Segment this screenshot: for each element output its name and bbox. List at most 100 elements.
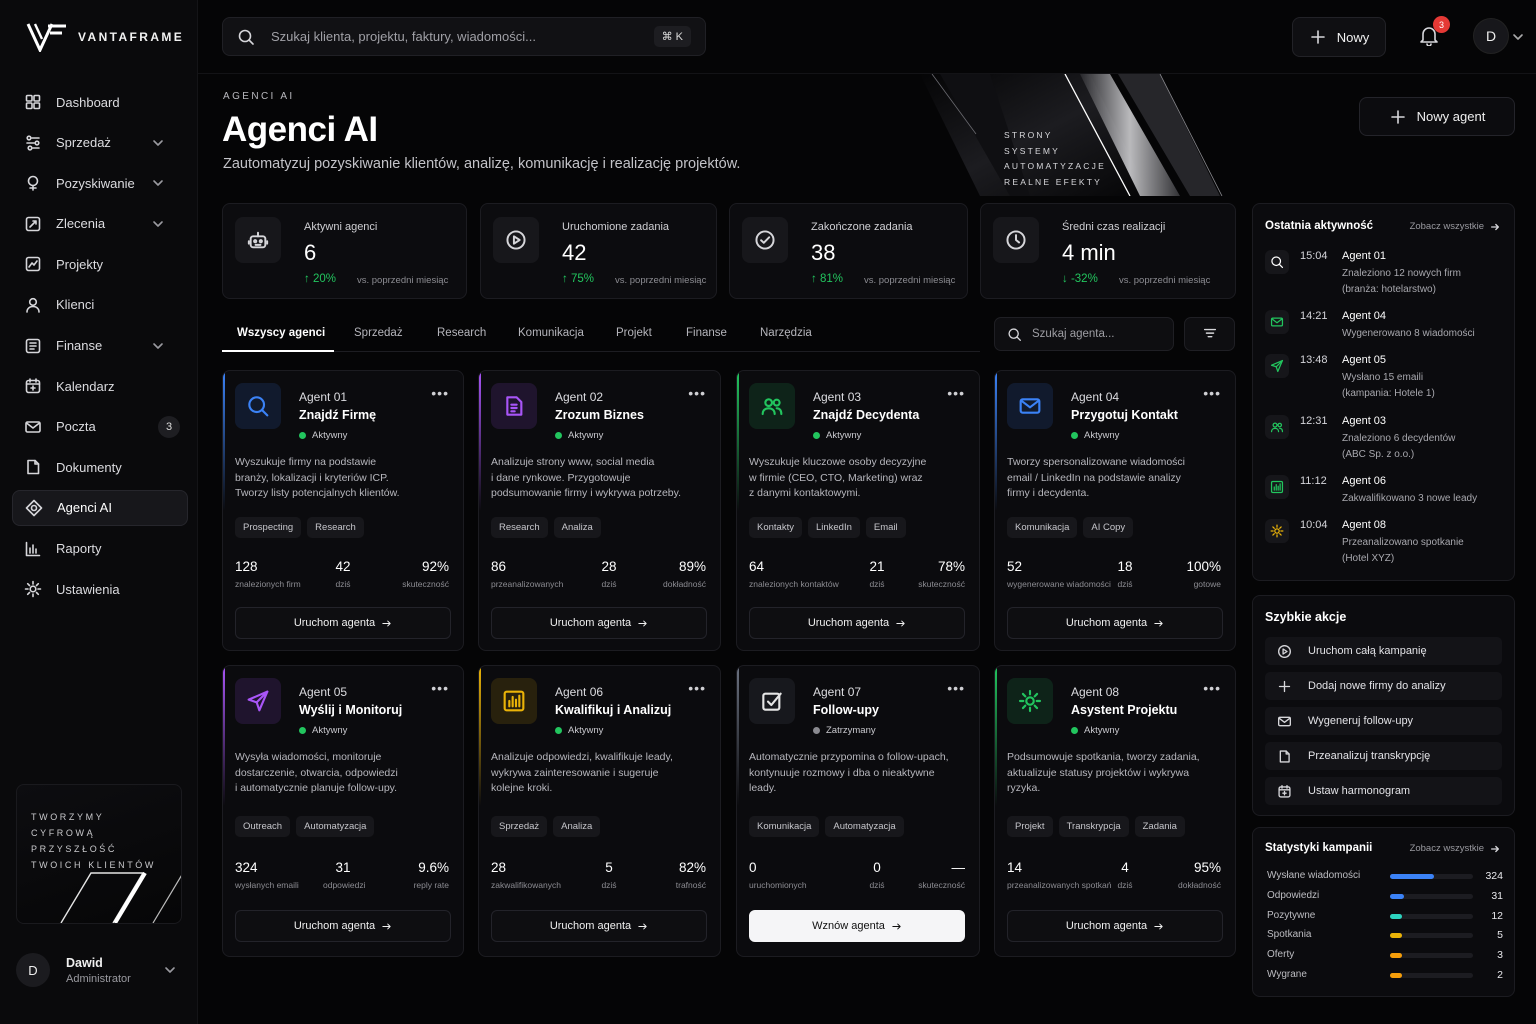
sidebar-item-dokumenty[interactable]: Dokumenty <box>12 449 188 485</box>
tab-sprzeda-[interactable]: Sprzedaż <box>354 327 403 339</box>
agent-tag[interactable]: Automatyzacja <box>825 816 904 837</box>
tab-wszyscy-agenci[interactable]: Wszyscy agenci <box>237 327 325 339</box>
run-agent-button[interactable]: Uruchom agenta <box>235 607 451 639</box>
tab-underline <box>222 350 334 352</box>
agent-tag[interactable]: Research <box>307 517 364 538</box>
tab-research[interactable]: Research <box>437 327 486 339</box>
agent-tag[interactable]: Research <box>491 517 548 538</box>
description-line: Analizuje strony www, social media <box>491 456 655 468</box>
more-options-icon[interactable]: ••• <box>947 680 965 696</box>
quick-action-button[interactable]: Uruchom całą kampanię <box>1265 637 1502 665</box>
agent-card[interactable]: Agent 03 Znajdź Decydenta Aktywny ••• Wyszuk… <box>736 370 980 651</box>
campaign-stats-panel: Statystyki kampanii Zobacz wszystkie Wys… <box>1252 827 1515 997</box>
agent-tag[interactable]: Zadania <box>1134 816 1185 837</box>
agent-tag[interactable]: AI Copy <box>1083 517 1134 538</box>
user-menu[interactable]: D Dawid Administrator <box>16 950 182 990</box>
more-options-icon[interactable]: ••• <box>947 385 965 401</box>
agent-search[interactable]: Szukaj agenta... <box>994 317 1174 351</box>
agent-card[interactable]: Agent 01 Znajdź Firmę Aktywny ••• Wyszukuje … <box>222 370 464 651</box>
agent-card[interactable]: Agent 06 Kwalifikuj i Analizuj Aktywny ••• A… <box>478 665 721 957</box>
more-options-icon[interactable]: ••• <box>688 385 706 401</box>
sidebar-item-klienci[interactable]: Klienci <box>12 287 188 323</box>
run-agent-button[interactable]: Wznów agenta <box>749 910 965 942</box>
campaign-see-all[interactable]: Zobacz wszystkie <box>1410 843 1500 854</box>
global-search[interactable]: Szukaj klienta, projektu, faktury, wiado… <box>222 17 706 56</box>
activity-text: Przeanalizowano spotkanie (Hotel XYZ) <box>1342 535 1502 566</box>
sidebar-item-raporty[interactable]: Raporty <box>12 531 188 567</box>
chevron-down-icon[interactable] <box>1512 31 1524 43</box>
sidebar-item-projekty[interactable]: Projekty <box>12 246 188 282</box>
quick-action-button[interactable]: Ustaw harmonogram <box>1265 777 1502 805</box>
sidebar-item-pozyskiwanie[interactable]: Pozyskiwanie <box>12 165 188 201</box>
activity-agent: Agent 05 <box>1342 354 1387 366</box>
more-options-icon[interactable]: ••• <box>688 680 706 696</box>
run-agent-button[interactable]: Uruchom agenta <box>235 910 451 942</box>
agent-number: Agent 06 <box>555 685 604 699</box>
new-agent-button[interactable]: Nowy agent <box>1359 97 1515 136</box>
agent-card[interactable]: Agent 02 Zrozum Biznes Aktywny ••• Analizuje… <box>478 370 721 651</box>
stat-label: Średni czas realizacji <box>1062 221 1166 233</box>
agent-search-input[interactable]: Szukaj agenta... <box>1032 328 1114 340</box>
quick-action-button[interactable]: Przeanalizuj transkrypcję <box>1265 742 1502 770</box>
more-options-icon[interactable]: ••• <box>1203 680 1221 696</box>
run-agent-button[interactable]: Uruchom agenta <box>491 607 707 639</box>
agent-card[interactable]: Agent 08 Asystent Projektu Aktywny ••• Podsu… <box>994 665 1236 957</box>
agent-tag[interactable]: Prospecting <box>235 517 302 538</box>
activity-icon-box <box>1265 415 1289 439</box>
agent-tag[interactable]: Komunikacja <box>749 816 820 837</box>
tab-narz-dzia[interactable]: Narzędzia <box>760 327 812 339</box>
top-avatar[interactable]: D <box>1473 18 1509 54</box>
run-agent-button[interactable]: Uruchom agenta <box>749 607 965 639</box>
more-options-icon[interactable]: ••• <box>431 385 449 401</box>
metric-value: 86 <box>491 559 507 574</box>
metric-label: dziś <box>601 579 617 589</box>
new-button[interactable]: Nowy <box>1292 17 1386 57</box>
agent-card[interactable]: Agent 04 Przygotuj Kontakt Aktywny ••• Tworz… <box>994 370 1236 651</box>
agent-tag[interactable]: Email <box>865 517 906 538</box>
bar-chart-icon <box>1270 480 1284 494</box>
send-icon <box>247 690 269 712</box>
grid-icon <box>25 94 41 110</box>
brand[interactable]: VANTAFRAME <box>26 22 184 52</box>
tab-komunikacja[interactable]: Komunikacja <box>518 327 584 339</box>
agent-description: Podsumowuje spotkania, tworzy zadania, ak… <box>1007 750 1229 797</box>
card-accent <box>479 666 481 806</box>
agent-metric: 28 dziś <box>589 559 629 589</box>
agent-tag[interactable]: Komunikacja <box>1007 517 1078 538</box>
agent-tag[interactable]: Outreach <box>235 816 291 837</box>
metric-value: 324 <box>235 860 258 875</box>
agent-tag[interactable]: Automatyzacja <box>296 816 375 837</box>
run-agent-button[interactable]: Uruchom agenta <box>1007 910 1223 942</box>
sidebar-item-sprzeda-[interactable]: Sprzedaż <box>12 125 188 161</box>
sidebar-item-kalendarz[interactable]: Kalendarz <box>12 368 188 404</box>
agent-card[interactable]: Agent 07 Follow-upy Zatrzymany ••• Automatyc… <box>736 665 980 957</box>
sidebar-item-zlecenia[interactable]: Zlecenia <box>12 206 188 242</box>
more-options-icon[interactable]: ••• <box>1203 385 1221 401</box>
run-agent-button[interactable]: Uruchom agenta <box>491 910 707 942</box>
agent-tag[interactable]: Transkrypcja <box>1058 816 1129 837</box>
activity-see-all[interactable]: Zobacz wszystkie <box>1410 221 1500 232</box>
agent-tag[interactable]: Sprzedaż <box>491 816 548 837</box>
sidebar-item-poczta[interactable]: Poczta 3 <box>12 409 188 445</box>
tab-finanse[interactable]: Finanse <box>686 327 727 339</box>
sidebar-item-agenci-ai[interactable]: Agenci AI <box>12 489 188 526</box>
agent-tag[interactable]: Kontakty <box>749 517 802 538</box>
more-options-icon[interactable]: ••• <box>431 680 449 696</box>
sidebar-item-finanse[interactable]: Finanse <box>12 328 188 364</box>
activity-time: 13:48 <box>1300 354 1328 366</box>
stat-card: Średni czas realizacji 4 min ↓ -32% vs. pop… <box>980 203 1236 299</box>
agent-tag[interactable]: LinkedIn <box>807 517 860 538</box>
agent-tag[interactable]: Analiza <box>553 816 601 837</box>
quick-action-button[interactable]: Dodaj nowe firmy do analizy <box>1265 672 1502 700</box>
run-agent-button[interactable]: Uruchom agenta <box>1007 607 1223 639</box>
search-input[interactable]: Szukaj klienta, projektu, faktury, wiado… <box>271 29 654 44</box>
sidebar-item-dashboard[interactable]: Dashboard <box>12 84 188 120</box>
agent-tag[interactable]: Projekt <box>1007 816 1053 837</box>
agent-status-label: Aktywny <box>568 430 604 441</box>
tab-projekt[interactable]: Projekt <box>616 327 652 339</box>
sidebar-item-ustawienia[interactable]: Ustawienia <box>12 571 188 607</box>
quick-action-button[interactable]: Wygeneruj follow-upy <box>1265 707 1502 735</box>
agent-tag[interactable]: Analiza <box>553 517 601 538</box>
agent-card[interactable]: Agent 05 Wyślij i Monitoruj Aktywny ••• Wysy… <box>222 665 464 957</box>
filter-button[interactable] <box>1184 317 1235 351</box>
